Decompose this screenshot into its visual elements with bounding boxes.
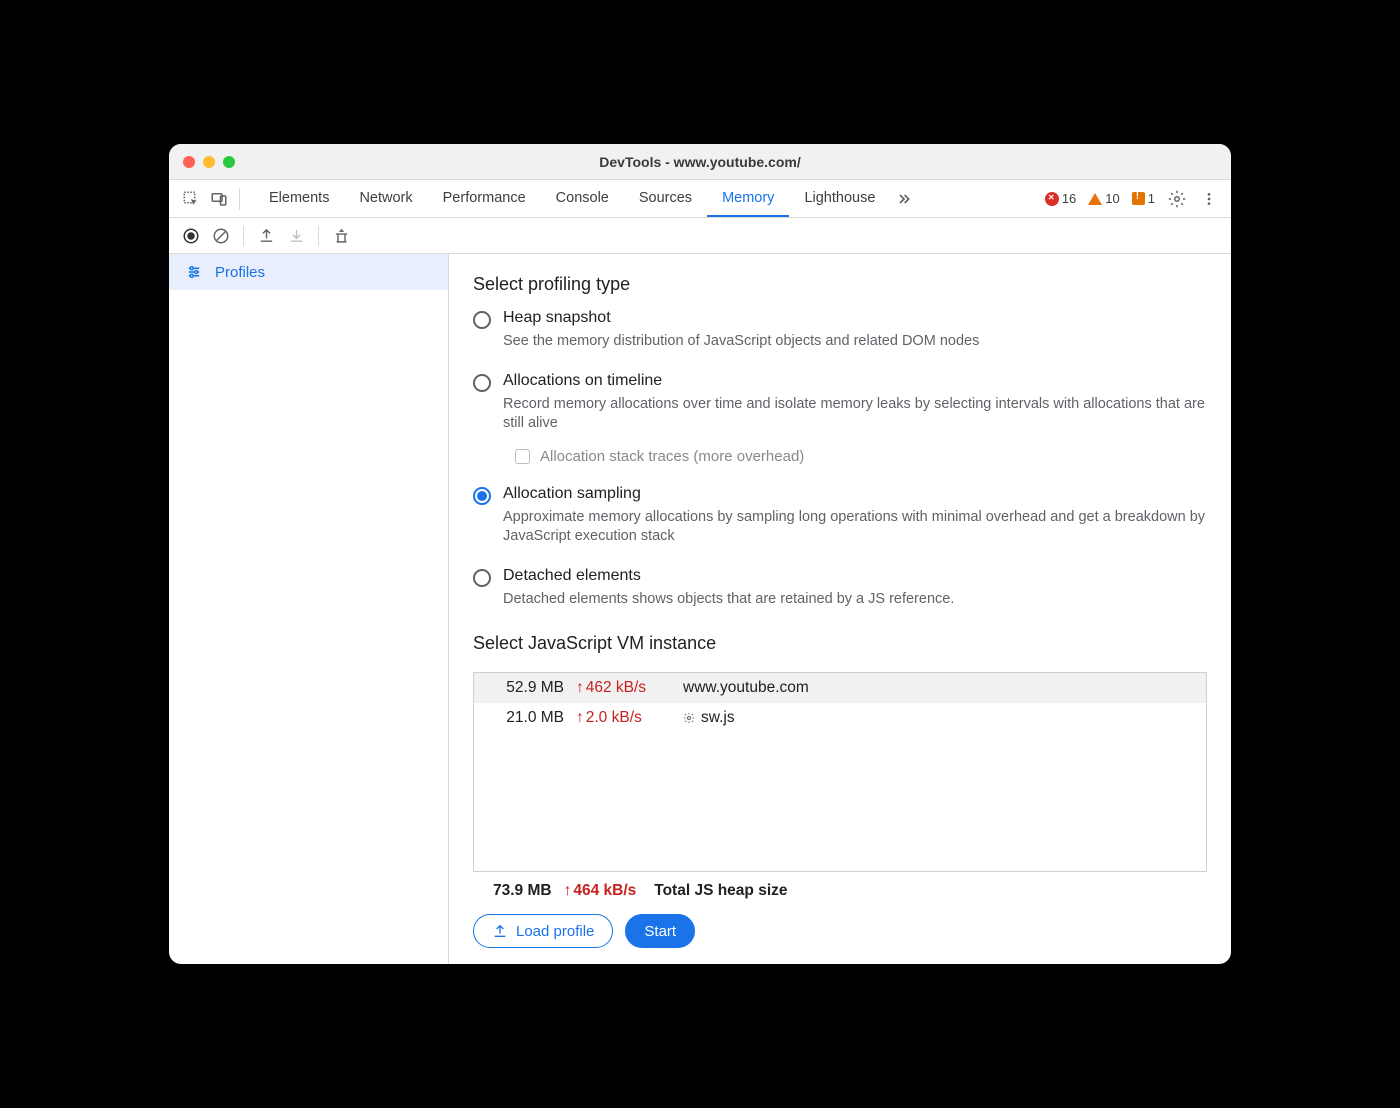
checkbox-label: Allocation stack traces (more overhead): [540, 448, 804, 465]
profiling-type-heading: Select profiling type: [449, 274, 1231, 295]
option-title: Detached elements: [503, 567, 1207, 585]
devtools-window: DevTools - www.youtube.com/ Elements Net…: [169, 144, 1231, 964]
radio-allocation-sampling[interactable]: [473, 487, 491, 505]
sidebar-item-label: Profiles: [215, 264, 265, 281]
option-desc: Record memory allocations over time and …: [503, 395, 1207, 434]
load-profile-button[interactable]: Load profile: [473, 914, 613, 948]
sidebar-item-profiles[interactable]: Profiles: [169, 254, 448, 290]
start-button[interactable]: Start: [625, 914, 695, 948]
devtools-tabbar: Elements Network Performance Console Sou…: [169, 180, 1231, 218]
vm-instance-heading: Select JavaScript VM instance: [449, 633, 1231, 654]
issues-count: 1: [1148, 191, 1155, 206]
tab-elements[interactable]: Elements: [254, 180, 344, 217]
stack-traces-row: Allocation stack traces (more overhead): [515, 448, 1207, 465]
vm-instance-table: 52.9 MB ↑ 462 kB/s www.youtube.com 21.0 …: [473, 672, 1207, 872]
tab-sources[interactable]: Sources: [624, 180, 707, 217]
radio-allocations-timeline[interactable]: [473, 374, 491, 392]
total-label: Total JS heap size: [654, 882, 787, 900]
download-profile-icon[interactable]: [282, 222, 310, 250]
vm-row[interactable]: 52.9 MB ↑ 462 kB/s www.youtube.com: [474, 673, 1206, 703]
total-size: 73.9 MB: [493, 882, 552, 900]
option-title: Allocation sampling: [503, 485, 1207, 503]
separator: [239, 188, 240, 210]
tab-lighthouse[interactable]: Lighthouse: [789, 180, 890, 217]
warnings-count: 10: [1105, 191, 1119, 206]
panel-tabs: Elements Network Performance Console Sou…: [254, 180, 890, 217]
titlebar: DevTools - www.youtube.com/: [169, 144, 1231, 180]
errors-count: 16: [1062, 191, 1076, 206]
tab-memory[interactable]: Memory: [707, 180, 789, 217]
settings-icon[interactable]: [1163, 185, 1191, 213]
separator: [243, 226, 244, 246]
option-detached-elements[interactable]: Detached elements Detached elements show…: [473, 567, 1207, 610]
vm-name: sw.js: [683, 709, 735, 727]
issues-badge[interactable]: 1: [1128, 191, 1159, 206]
warnings-badge[interactable]: 10: [1084, 191, 1123, 206]
vm-rate: ↑ 2.0 kB/s: [576, 709, 671, 727]
profiling-options: Heap snapshot See the memory distributio…: [449, 309, 1231, 629]
memory-panel: Select profiling type Heap snapshot See …: [449, 254, 1231, 964]
option-title: Heap snapshot: [503, 309, 1207, 327]
arrow-up-icon: ↑: [564, 882, 572, 900]
total-rate: ↑ 464 kB/s: [564, 882, 637, 900]
record-icon[interactable]: [177, 222, 205, 250]
sliders-icon: [185, 263, 203, 281]
option-title: Allocations on timeline: [503, 372, 1207, 390]
warning-icon: [1088, 193, 1102, 205]
tab-performance[interactable]: Performance: [428, 180, 541, 217]
checkbox-stack-traces[interactable]: [515, 449, 530, 464]
window-controls: [183, 156, 235, 168]
tabs-overflow-icon[interactable]: [890, 191, 918, 207]
total-heap-row: 73.9 MB ↑ 464 kB/s Total JS heap size: [449, 872, 1231, 900]
upload-icon: [492, 923, 508, 939]
maximize-window-button[interactable]: [223, 156, 235, 168]
option-desc: See the memory distribution of JavaScrip…: [503, 332, 1207, 352]
vm-row[interactable]: 21.0 MB ↑ 2.0 kB/s sw.js: [474, 703, 1206, 733]
arrow-up-icon: ↑: [576, 679, 584, 697]
device-toolbar-icon[interactable]: [205, 185, 233, 213]
tab-network[interactable]: Network: [344, 180, 427, 217]
radio-heap-snapshot[interactable]: [473, 311, 491, 329]
radio-detached-elements[interactable]: [473, 569, 491, 587]
option-desc: Detached elements shows objects that are…: [503, 590, 1207, 610]
option-heap-snapshot[interactable]: Heap snapshot See the memory distributio…: [473, 309, 1207, 352]
profiles-sidebar: Profiles: [169, 254, 449, 964]
errors-badge[interactable]: 16: [1041, 191, 1080, 206]
footer-actions: Load profile Start: [449, 900, 1231, 948]
separator: [318, 226, 319, 246]
vm-size: 21.0 MB: [494, 709, 564, 727]
upload-profile-icon[interactable]: [252, 222, 280, 250]
option-allocations-timeline[interactable]: Allocations on timeline Record memory al…: [473, 372, 1207, 465]
tab-console[interactable]: Console: [541, 180, 624, 217]
issue-icon: [1132, 192, 1145, 205]
vm-size: 52.9 MB: [494, 679, 564, 697]
arrow-up-icon: ↑: [576, 709, 584, 727]
error-icon: [1045, 192, 1059, 206]
memory-toolbar: [169, 218, 1231, 254]
option-desc: Approximate memory allocations by sampli…: [503, 508, 1207, 547]
clear-icon[interactable]: [207, 222, 235, 250]
minimize-window-button[interactable]: [203, 156, 215, 168]
more-menu-icon[interactable]: [1195, 185, 1223, 213]
vm-rate: ↑ 462 kB/s: [576, 679, 671, 697]
close-window-button[interactable]: [183, 156, 195, 168]
gear-icon: [683, 712, 695, 724]
vm-name: www.youtube.com: [683, 679, 809, 697]
option-allocation-sampling[interactable]: Allocation sampling Approximate memory a…: [473, 485, 1207, 547]
collect-garbage-icon[interactable]: [327, 222, 355, 250]
inspect-element-icon[interactable]: [177, 185, 205, 213]
tabbar-status: 16 10 1: [1041, 185, 1223, 213]
window-title: DevTools - www.youtube.com/: [169, 154, 1231, 170]
